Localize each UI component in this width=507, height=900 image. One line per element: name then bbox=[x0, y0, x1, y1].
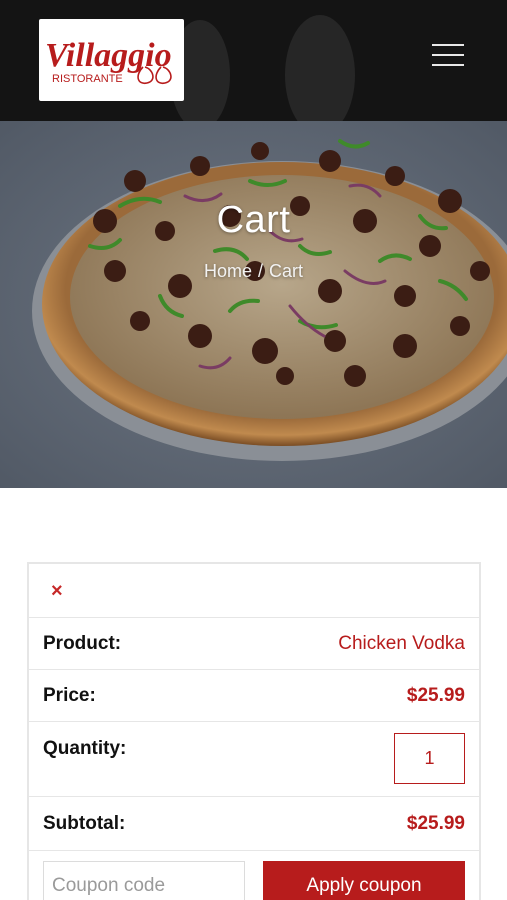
pizza-background-image bbox=[0, 121, 507, 488]
menu-bar bbox=[432, 44, 464, 46]
cart-remove-row: × bbox=[29, 564, 479, 618]
cart-quantity-row: Quantity: 1 bbox=[29, 722, 479, 797]
subtotal-value: $25.99 bbox=[406, 813, 465, 834]
coupon-code-input[interactable]: Coupon code bbox=[43, 861, 245, 900]
site-header: Villaggio RISTORANTE bbox=[0, 0, 507, 121]
apply-coupon-button[interactable]: Apply coupon bbox=[263, 861, 465, 900]
product-label: Product: bbox=[43, 633, 122, 654]
price-label: Price: bbox=[43, 685, 96, 706]
hamburger-menu-icon[interactable] bbox=[430, 42, 468, 68]
price-value: $25.99 bbox=[406, 685, 465, 706]
breadcrumb-separator: / bbox=[257, 261, 263, 281]
menu-bar bbox=[432, 64, 464, 66]
cart-coupon-row: Coupon code Apply coupon bbox=[29, 851, 479, 900]
quantity-input[interactable]: 1 bbox=[394, 733, 465, 784]
cart-price-row: Price: $25.99 bbox=[29, 670, 479, 722]
quantity-label: Quantity: bbox=[43, 738, 127, 759]
subtotal-label: Subtotal: bbox=[43, 813, 126, 834]
breadcrumb-current: Cart bbox=[269, 261, 304, 281]
breadcrumb-home-link[interactable]: Home bbox=[204, 261, 252, 281]
breadcrumb: Home / Cart bbox=[0, 261, 507, 282]
cart-product-row: Product: Chicken Vodka bbox=[29, 618, 479, 670]
header-background-decoration bbox=[285, 15, 355, 121]
product-name-link[interactable]: Chicken Vodka bbox=[338, 633, 465, 655]
remove-item-icon[interactable]: × bbox=[51, 580, 63, 603]
page-hero: Cart Home / Cart bbox=[0, 121, 507, 488]
logo-graphic: Villaggio RISTORANTE bbox=[45, 37, 172, 85]
logo-subtitle: RISTORANTE bbox=[52, 73, 123, 85]
page-title: Cart bbox=[216, 199, 291, 241]
menu-bar bbox=[432, 54, 464, 56]
site-logo[interactable]: Villaggio RISTORANTE bbox=[39, 19, 184, 101]
cart-table: × Product: Chicken Vodka Price: $25.99 Q… bbox=[27, 562, 481, 900]
logo-wordmark: Villaggio bbox=[45, 37, 172, 74]
cart-subtotal-row: Subtotal: $25.99 bbox=[29, 797, 479, 851]
